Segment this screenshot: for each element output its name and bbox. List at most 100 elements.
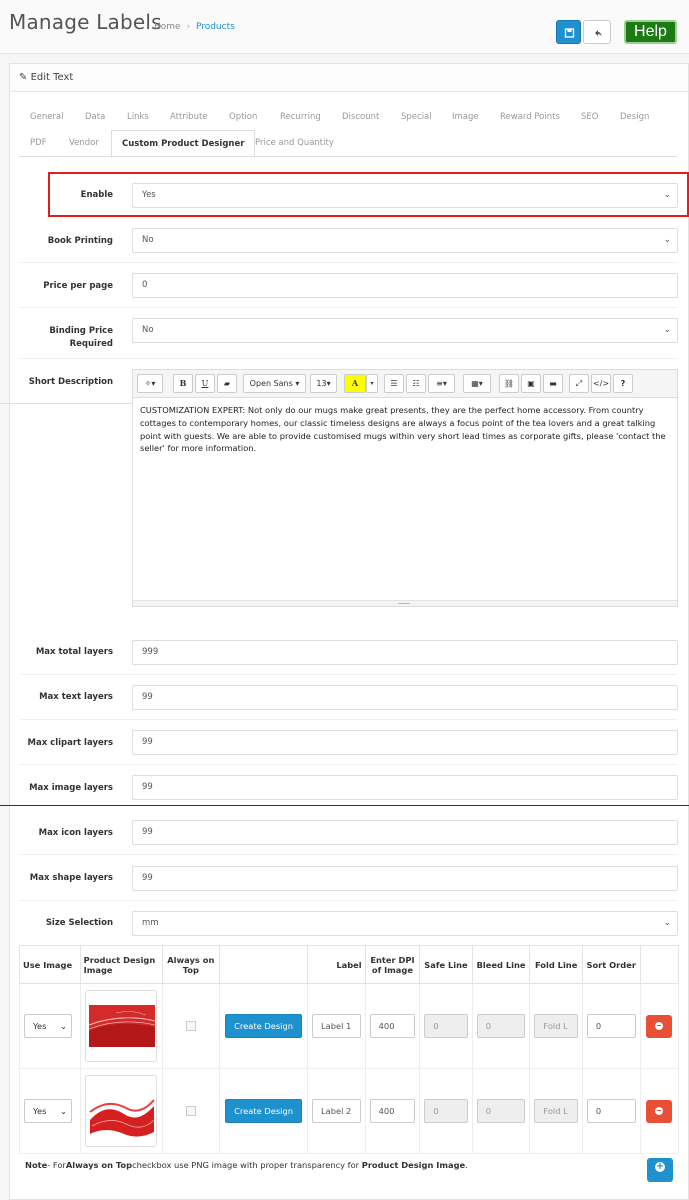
binding-price-label: Binding Price Required — [49, 326, 113, 349]
design-image — [86, 1076, 157, 1146]
always-on-top-checkbox[interactable] — [185, 1106, 196, 1116]
col-remove — [639, 945, 680, 984]
col-always-on-top: Always on Top — [161, 945, 221, 984]
editor-resize-handle[interactable] — [133, 600, 677, 606]
max-clipart-layers-label: Max clipart layers — [27, 738, 113, 748]
save-button[interactable] — [556, 20, 581, 44]
max-image-layers-input[interactable]: 99 — [132, 775, 678, 800]
max-icon-layers-input[interactable]: 99 — [132, 820, 678, 845]
always-on-top-checkbox[interactable] — [185, 1021, 196, 1031]
label-input[interactable]: Label 1 — [312, 1014, 361, 1038]
editor-content[interactable]: CUSTOMIZATION EXPERT: Not only do our mu… — [133, 398, 677, 461]
help-editor-button[interactable]: ? — [613, 374, 633, 393]
table-header-row: Use Image Product Design Image Always on… — [19, 945, 680, 984]
tab-vendor[interactable]: Vendor — [69, 138, 99, 148]
max-shape-layers-input[interactable]: 99 — [132, 866, 678, 891]
dpi-input[interactable]: 400 — [369, 1099, 416, 1123]
page-header: Manage Labels Home › Products Help — [0, 0, 689, 54]
numbered-list-button[interactable]: ☷ — [406, 374, 426, 393]
label-input[interactable]: Label 2 — [312, 1099, 361, 1123]
short-description-label: Short Description — [28, 377, 113, 387]
chevron-down-icon: ⌄ — [60, 1021, 67, 1031]
fullscreen-button[interactable]: ⤢ — [569, 374, 589, 393]
remove-row-button[interactable] — [646, 1014, 673, 1038]
safe-line-input[interactable]: 0 — [424, 1014, 468, 1038]
size-selection-label: Size Selection — [45, 918, 113, 928]
help-button[interactable]: Help — [624, 20, 677, 44]
design-image-thumbnail[interactable] — [85, 990, 158, 1062]
tab-special[interactable]: Special — [401, 112, 432, 122]
tab-attribute[interactable]: Attribute — [170, 112, 208, 122]
link-button[interactable]: ⛓ — [499, 374, 519, 393]
remove-row-button[interactable] — [646, 1099, 673, 1123]
picture-button[interactable]: ▣ — [521, 374, 541, 393]
text-color-dropdown[interactable]: ▾ — [366, 374, 378, 393]
font-size-select[interactable]: 13▾ — [310, 374, 337, 393]
sort-order-input[interactable]: 0 — [586, 1099, 636, 1123]
max-total-layers-label: Max total layers — [35, 647, 113, 657]
size-selection-select[interactable]: mm ⌄ — [132, 911, 678, 936]
max-total-layers-input[interactable]: 999 — [132, 640, 678, 665]
tab-links[interactable]: Links — [127, 112, 149, 122]
back-button[interactable] — [583, 20, 611, 44]
chevron-down-icon: ⌄ — [663, 190, 671, 200]
use-image-select[interactable]: Yes ⌄ — [24, 1014, 72, 1038]
create-design-button[interactable]: Create Design — [225, 1014, 303, 1038]
price-per-page-input[interactable]: 0 — [132, 273, 678, 298]
book-printing-select[interactable]: No ⌄ — [132, 228, 678, 253]
tab-general[interactable]: General — [30, 112, 64, 122]
add-row-button[interactable] — [647, 1158, 673, 1182]
chevron-down-icon: ⌄ — [60, 1106, 67, 1116]
bleed-line-input[interactable]: 0 — [476, 1014, 526, 1038]
design-image-thumbnail[interactable] — [85, 1075, 158, 1147]
max-image-layers-label: Max image layers — [29, 783, 113, 793]
reply-icon — [595, 30, 602, 36]
tab-price-and-quantity[interactable]: Price and Quantity — [255, 138, 334, 148]
tab-custom-product-designer[interactable]: Custom Product Designer — [111, 130, 256, 158]
max-text-layers-input[interactable]: 99 — [132, 685, 678, 710]
breadcrumb-products[interactable]: Products — [196, 22, 235, 32]
video-button[interactable]: ▬ — [543, 374, 563, 393]
underline-button[interactable]: U — [195, 374, 215, 393]
table-dropdown[interactable]: ▦▾ — [463, 374, 491, 393]
binding-price-select[interactable]: No ⌄ — [132, 318, 678, 343]
bold-button[interactable]: B — [173, 374, 193, 393]
code-view-button[interactable]: </> — [591, 374, 611, 393]
table-row: Yes ⌄ Create Design Label 2 400 0 0 Fold … — [19, 1068, 680, 1154]
safe-line-input[interactable]: 0 — [424, 1099, 468, 1123]
fold-line-input[interactable]: Fold L — [534, 1099, 578, 1123]
breadcrumb-home[interactable]: Home — [154, 22, 181, 32]
align-dropdown[interactable]: ≡▾ — [428, 374, 455, 393]
tab-reward-points[interactable]: Reward Points — [500, 112, 560, 122]
font-family-select[interactable]: Open Sans ▾ — [243, 374, 306, 393]
tab-image[interactable]: Image — [452, 112, 479, 122]
bullet-list-button[interactable]: ☰ — [384, 374, 404, 393]
bleed-line-input[interactable]: 0 — [476, 1099, 526, 1123]
col-actions — [219, 945, 309, 984]
fold-line-input[interactable]: Fold L — [534, 1014, 578, 1038]
create-design-button[interactable]: Create Design — [225, 1099, 303, 1123]
text-color-button[interactable]: A — [344, 374, 366, 393]
use-image-select[interactable]: Yes ⌄ — [24, 1099, 72, 1123]
col-sort-order: Sort Order — [581, 945, 641, 984]
enable-select[interactable]: Yes ⌄ — [132, 183, 678, 208]
chevron-down-icon: ⌄ — [663, 918, 671, 928]
tab-design[interactable]: Design — [620, 112, 649, 122]
dpi-input[interactable]: 400 — [369, 1014, 416, 1038]
tab-seo[interactable]: SEO — [581, 112, 598, 122]
max-clipart-layers-input[interactable]: 99 — [132, 730, 678, 755]
tab-discount[interactable]: Discount — [342, 112, 379, 122]
tab-pdf[interactable]: PDF — [30, 138, 47, 148]
tab-option[interactable]: Option — [229, 112, 257, 122]
table-note: Note- ForAlways on Topcheckbox use PNG i… — [25, 1160, 468, 1170]
sort-order-input[interactable]: 0 — [586, 1014, 636, 1038]
page-title: Manage Labels — [9, 10, 162, 34]
magic-wand-button[interactable]: ✧▾ — [137, 374, 163, 393]
tab-data[interactable]: Data — [85, 112, 105, 122]
max-text-layers-label: Max text layers — [39, 692, 113, 702]
chevron-down-icon: ⌄ — [663, 325, 671, 335]
tab-recurring[interactable]: Recurring — [280, 112, 321, 122]
book-printing-label: Book Printing — [47, 236, 113, 246]
eraser-button[interactable]: ▰ — [217, 374, 237, 393]
breadcrumb: Home › Products — [154, 22, 235, 32]
